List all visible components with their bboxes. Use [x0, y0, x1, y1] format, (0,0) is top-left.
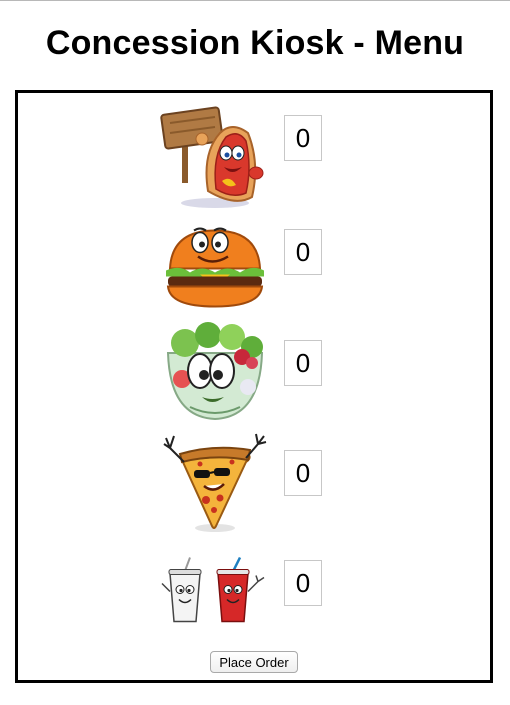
top-divider — [0, 0, 510, 1]
burger-quantity-field[interactable] — [284, 229, 322, 275]
pizza-quantity-field[interactable] — [284, 450, 322, 496]
salad-bowl-mascot-icon — [166, 322, 264, 421]
menu-item-pizza — [160, 428, 340, 538]
hotdog-quantity-field[interactable] — [284, 115, 322, 161]
page-title: Concession Kiosk - Menu — [45, 24, 465, 62]
menu-panel: Place Order — [15, 90, 493, 683]
soda-quantity-field[interactable] — [284, 560, 322, 606]
menu-item-burger — [160, 211, 340, 321]
menu-item-salad — [160, 318, 340, 428]
salad-quantity-field[interactable] — [284, 340, 322, 386]
hotdog-mascot-icon — [160, 106, 264, 208]
soda-cups-mascot-icon — [161, 556, 265, 623]
burger-mascot-icon — [166, 227, 264, 308]
menu-item-soda — [160, 538, 340, 648]
place-order-button[interactable]: Place Order — [210, 651, 298, 673]
pizza-slice-mascot-icon — [163, 433, 267, 532]
menu-item-hotdog — [160, 103, 340, 213]
